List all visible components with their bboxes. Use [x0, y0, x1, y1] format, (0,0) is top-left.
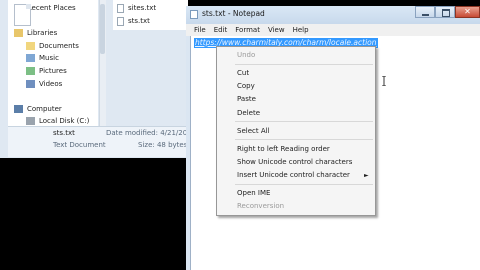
close-button[interactable]: ✕: [455, 6, 480, 18]
menu-file[interactable]: File: [194, 26, 206, 34]
submenu-arrow-icon: ►: [364, 172, 369, 179]
ctx-show-unicode[interactable]: Show Unicode control characters: [237, 158, 352, 166]
maximize-button[interactable]: [435, 6, 455, 18]
ctx-open-ime[interactable]: Open IME: [237, 189, 270, 197]
menu-bar: File Edit Format View Help: [186, 24, 480, 36]
minimize-button[interactable]: [415, 6, 435, 18]
documents-icon: [26, 42, 35, 50]
ctx-copy[interactable]: Copy: [237, 82, 255, 90]
notepad-icon: [190, 10, 198, 19]
nav-item-pictures[interactable]: Pictures: [26, 65, 67, 77]
ibeam-cursor-icon: [382, 75, 386, 87]
nav-item-label: Computer: [27, 105, 62, 113]
ctx-reconversion[interactable]: Reconversion: [237, 202, 284, 210]
local-disk-icon: [26, 117, 35, 125]
detail-size: Size: 48 bytes: [138, 141, 188, 149]
context-menu: Undo Cut Copy Paste Delete Select All Ri…: [216, 46, 376, 216]
detail-date-modified: Date modified: 4/21/201: [106, 129, 192, 137]
computer-icon: [14, 105, 23, 113]
text-file-icon: [14, 4, 31, 26]
file-name: sts.txt: [128, 17, 150, 25]
ctx-delete[interactable]: Delete: [237, 109, 260, 117]
ctx-insert-unicode[interactable]: Insert Unicode control character: [237, 171, 350, 179]
menu-separator: [235, 184, 373, 185]
nav-item-label: Documents: [39, 42, 79, 50]
file-row-sites[interactable]: sites.txt: [113, 2, 183, 14]
nav-item-documents[interactable]: Documents: [26, 40, 79, 52]
file-list: sites.txt sts.txt: [113, 0, 188, 30]
nav-scrollbar-thumb[interactable]: [100, 4, 105, 54]
nav-item-libraries[interactable]: Libraries: [14, 27, 57, 39]
nav-item-label: Videos: [39, 80, 63, 88]
menu-separator: [235, 139, 373, 140]
file-name: sites.txt: [128, 4, 157, 12]
ctx-right-to-left[interactable]: Right to left Reading order: [237, 145, 330, 153]
ctx-paste[interactable]: Paste: [237, 95, 256, 103]
close-icon: ✕: [464, 7, 471, 16]
ctx-undo[interactable]: Undo: [237, 51, 255, 59]
nav-item-label: Recent Places: [27, 4, 76, 12]
music-icon: [26, 54, 35, 62]
menu-separator: [235, 64, 373, 65]
window-title: sts.txt - Notepad: [202, 9, 265, 18]
menu-format[interactable]: Format: [235, 26, 260, 34]
menu-edit[interactable]: Edit: [214, 26, 228, 34]
nav-item-videos[interactable]: Videos: [26, 78, 62, 90]
nav-item-label: Music: [39, 54, 59, 62]
ctx-select-all[interactable]: Select All: [237, 127, 270, 135]
text-file-icon: [117, 16, 124, 26]
libraries-icon: [14, 29, 23, 37]
detail-filename: sts.txt: [53, 129, 75, 137]
menu-help[interactable]: Help: [293, 26, 309, 34]
videos-icon: [26, 80, 35, 88]
pictures-icon: [26, 67, 35, 75]
nav-item-music[interactable]: Music: [26, 52, 59, 64]
text-file-icon: [117, 3, 124, 13]
nav-item-label: Pictures: [39, 67, 67, 75]
file-row-sts[interactable]: sts.txt: [113, 15, 183, 27]
menu-separator: [235, 121, 373, 122]
detail-filetype: Text Document: [53, 141, 106, 149]
menu-view[interactable]: View: [268, 26, 285, 34]
nav-item-label: Libraries: [27, 29, 58, 37]
nav-item-computer[interactable]: Computer: [14, 103, 62, 115]
ctx-cut[interactable]: Cut: [237, 69, 249, 77]
